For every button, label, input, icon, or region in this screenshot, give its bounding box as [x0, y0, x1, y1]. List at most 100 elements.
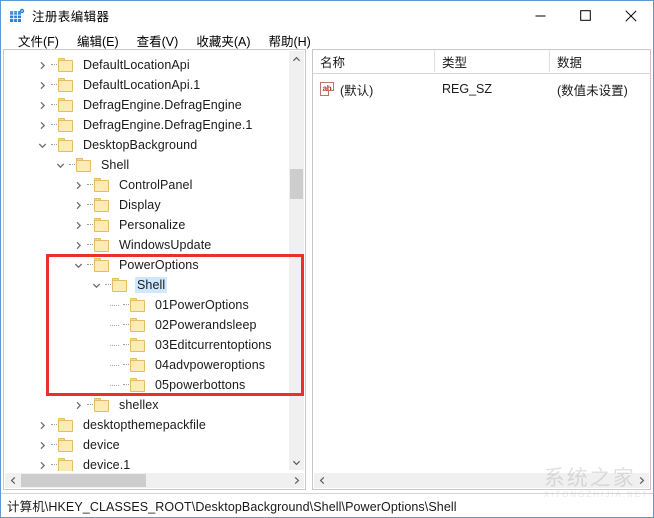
content-area: DefaultLocationApi DefaultLocationApi.1 De…	[1, 47, 653, 493]
tree-item-01poweroptions[interactable]: 01PowerOptions	[4, 295, 290, 315]
tree-item-label: WindowsUpdate	[119, 238, 212, 252]
values-scroll-left-icon[interactable]	[314, 473, 330, 488]
tree-item-shell[interactable]: Shell	[4, 275, 290, 295]
scroll-right-icon[interactable]	[288, 473, 304, 488]
maximize-button[interactable]	[563, 1, 608, 30]
tree-item-label: DefaultLocationApi.1	[83, 78, 201, 92]
chevron-right-icon[interactable]	[70, 215, 86, 235]
tree-connector	[122, 315, 130, 335]
status-bar: 计算机\HKEY_CLASSES_ROOT\DesktopBackground\…	[1, 493, 653, 517]
folder-icon	[58, 118, 75, 132]
column-name[interactable]: 名称	[313, 50, 435, 72]
tree-item-label: 02Powerandsleep	[155, 318, 257, 332]
tree-horizontal-scrollbar[interactable]	[5, 473, 304, 488]
tree-leaf-connector	[106, 355, 122, 375]
tree-item-label: 05powerbottons	[155, 378, 246, 392]
folder-icon	[76, 158, 93, 172]
chevron-right-icon[interactable]	[70, 195, 86, 215]
folder-icon	[130, 378, 147, 392]
folder-icon	[94, 238, 111, 252]
tree-connector	[86, 195, 94, 215]
string-value-icon: ab	[320, 82, 334, 96]
column-data[interactable]: 数据	[550, 50, 650, 72]
tree-connector	[50, 115, 58, 135]
folder-icon	[58, 458, 75, 471]
chevron-right-icon[interactable]	[34, 415, 50, 435]
tree-scrollbar-thumb[interactable]	[290, 169, 303, 199]
folder-icon	[58, 98, 75, 112]
tree-item-label: ControlPanel	[119, 178, 193, 192]
tree-item-desktopthemepackfile[interactable]: desktopthemepackfile	[4, 415, 290, 435]
tree-item-02powerandsleep[interactable]: 02Powerandsleep	[4, 315, 290, 335]
chevron-right-icon[interactable]	[70, 395, 86, 415]
folder-icon	[58, 418, 75, 432]
tree-item-device[interactable]: device	[4, 435, 290, 455]
chevron-down-icon[interactable]	[34, 135, 50, 155]
chevron-right-icon[interactable]	[34, 115, 50, 135]
tree-item-shellex[interactable]: shellex	[4, 395, 290, 415]
tree-item-desktopbackground[interactable]: DesktopBackground	[4, 135, 290, 155]
chevron-right-icon[interactable]	[34, 435, 50, 455]
column-type[interactable]: 类型	[435, 50, 550, 72]
tree-item-03editcurrentoptions[interactable]: 03Editcurrentoptions	[4, 335, 290, 355]
folder-icon	[58, 138, 75, 152]
scroll-up-icon[interactable]	[289, 51, 304, 67]
chevron-down-icon[interactable]	[88, 275, 104, 295]
tree-item-label: DesktopBackground	[83, 138, 198, 152]
tree-connector	[50, 55, 58, 75]
tree-item-defragengine-defragengine[interactable]: DefragEngine.DefragEngine	[4, 95, 290, 115]
tree-leaf-connector	[106, 335, 122, 355]
tree-connector	[104, 275, 112, 295]
chevron-right-icon[interactable]	[34, 455, 50, 471]
title-bar: 注册表编辑器	[1, 1, 653, 30]
folder-icon	[94, 218, 111, 232]
tree-item-controlpanel[interactable]: ControlPanel	[4, 175, 290, 195]
tree-connector	[122, 295, 130, 315]
registry-editor-icon	[9, 8, 25, 24]
minimize-button[interactable]	[518, 1, 563, 30]
values-horizontal-scrollbar[interactable]	[314, 473, 649, 488]
folder-icon	[58, 58, 75, 72]
chevron-right-icon[interactable]	[70, 235, 86, 255]
chevron-right-icon[interactable]	[70, 175, 86, 195]
registry-tree-pane: DefaultLocationApi DefaultLocationApi.1 De…	[3, 49, 306, 490]
chevron-right-icon[interactable]	[34, 75, 50, 95]
tree-item-device-1[interactable]: device.1	[4, 455, 290, 471]
value-name: (默认)	[340, 83, 374, 98]
folder-icon	[58, 78, 75, 92]
window-controls	[518, 1, 653, 30]
tree-item-poweroptions[interactable]: PowerOptions	[4, 255, 290, 275]
tree-item-defaultlocationapi[interactable]: DefaultLocationApi	[4, 55, 290, 75]
tree-leaf-connector	[106, 375, 122, 395]
tree-vertical-scrollbar[interactable]	[289, 51, 304, 470]
tree-hscrollbar-thumb[interactable]	[21, 474, 146, 487]
tree-item-05powerbottons[interactable]: 05powerbottons	[4, 375, 290, 395]
chevron-down-icon[interactable]	[52, 155, 68, 175]
tree-item-shell[interactable]: Shell	[4, 155, 290, 175]
tree-item-personalize[interactable]: Personalize	[4, 215, 290, 235]
tree-connector	[68, 155, 76, 175]
scroll-down-icon[interactable]	[289, 454, 304, 470]
tree-item-defragengine-defragengine-1[interactable]: DefragEngine.DefragEngine.1	[4, 115, 290, 135]
close-button[interactable]	[608, 1, 653, 30]
tree-leaf-connector	[106, 315, 122, 335]
tree-item-windowsupdate[interactable]: WindowsUpdate	[4, 235, 290, 255]
chevron-down-icon[interactable]	[70, 255, 86, 275]
tree-connector	[50, 135, 58, 155]
chevron-right-icon[interactable]	[34, 95, 50, 115]
tree-item-label: 04advpoweroptions	[155, 358, 266, 372]
tree-item-label: DefragEngine.DefragEngine	[83, 98, 242, 112]
scroll-left-icon[interactable]	[5, 473, 21, 488]
tree-item-label: device	[83, 438, 120, 452]
registry-values-pane: 名称 类型 数据 ab (默认) REG_SZ (数值未设置)	[312, 49, 651, 490]
tree-item-display[interactable]: Display	[4, 195, 290, 215]
table-row[interactable]: ab (默认) REG_SZ (数值未设置)	[313, 78, 650, 100]
tree-item-defaultlocationapi-1[interactable]: DefaultLocationApi.1	[4, 75, 290, 95]
folder-icon	[130, 298, 147, 312]
tree-item-04advpoweroptions[interactable]: 04advpoweroptions	[4, 355, 290, 375]
tree-connector	[86, 215, 94, 235]
tree-connector	[86, 255, 94, 275]
values-scroll-right-icon[interactable]	[633, 473, 649, 488]
chevron-right-icon[interactable]	[34, 55, 50, 75]
folder-icon	[130, 358, 147, 372]
